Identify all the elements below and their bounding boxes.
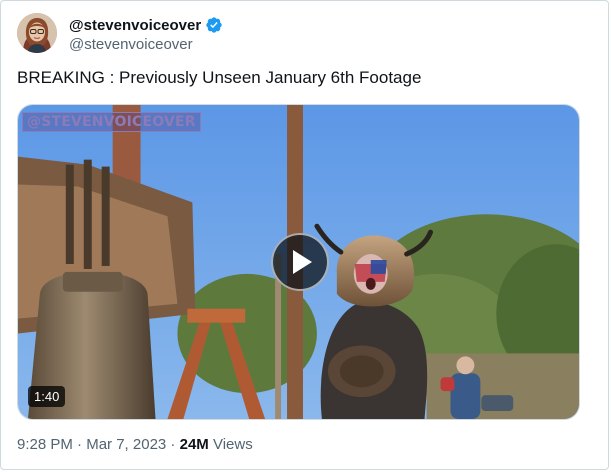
tweet-meta: 9:28 PM · Mar 7, 2023 · 24M Views [17,436,253,453]
meta-separator: · [72,436,87,453]
meta-separator: · [166,436,180,453]
video-player[interactable]: @STEVENVOICEOVER 1:40 [17,104,580,420]
author-display-name[interactable]: @stevenvoiceover [69,17,201,34]
tweet-time[interactable]: 9:28 PM [17,436,73,453]
views-count[interactable]: 24M [180,436,209,453]
tweet-card: @stevenvoiceover @stevenvoiceover BREAKI… [0,0,609,470]
tweet-date[interactable]: Mar 7, 2023 [86,436,166,453]
tweet-header: @stevenvoiceover @stevenvoiceover [17,13,577,57]
play-button[interactable] [271,233,329,291]
avatar[interactable] [17,13,57,53]
author-handle[interactable]: @stevenvoiceover [69,36,223,53]
tweet-text: BREAKING : Previously Unseen January 6th… [17,68,422,87]
author-names: @stevenvoiceover @stevenvoiceover [69,15,223,53]
play-icon [293,250,312,274]
video-watermark: @STEVENVOICEOVER [22,112,201,132]
verified-badge-icon[interactable] [205,16,223,34]
video-duration: 1:40 [28,386,66,407]
views-label: Views [208,436,253,453]
